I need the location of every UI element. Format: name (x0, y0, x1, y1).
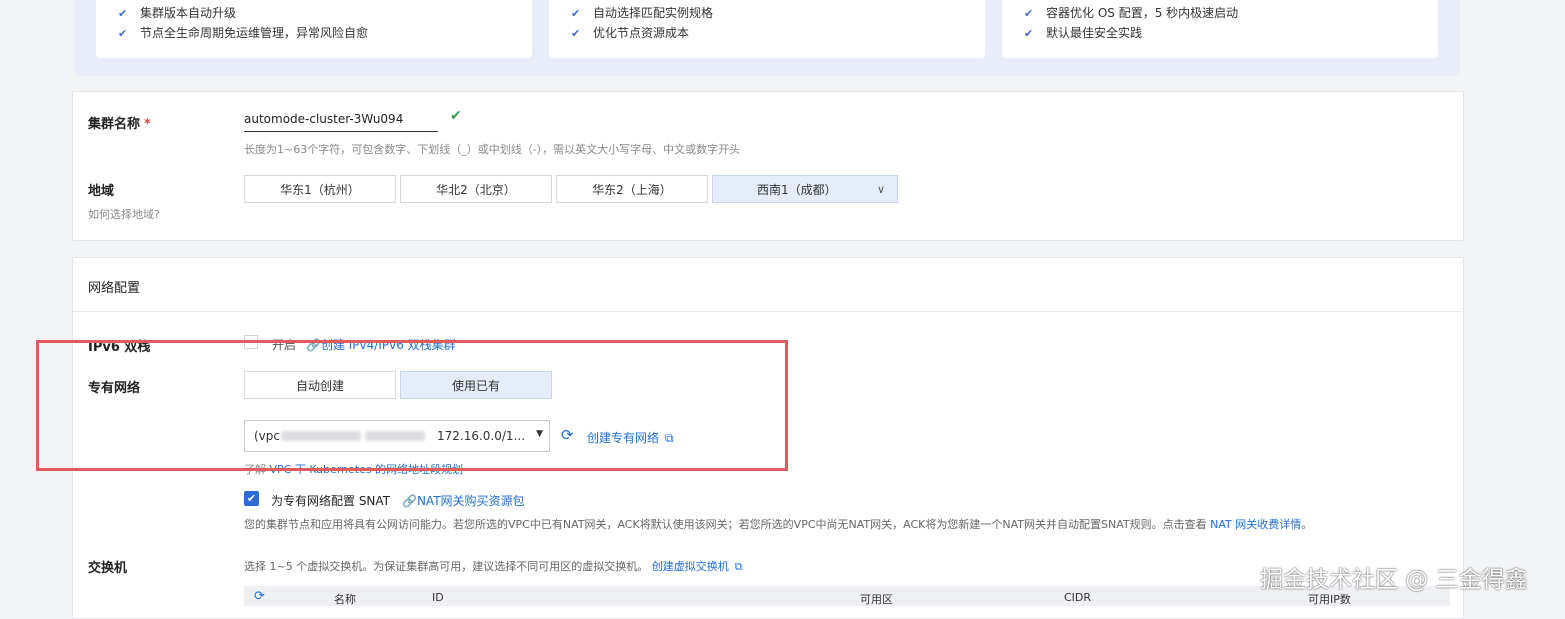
external-link-icon: ⧉ (734, 560, 743, 573)
link-icon: 🔗 (402, 494, 417, 508)
feature-card-upgrade: ✔ 集群版本自动升级 ✔ 节点全生命周期免运维管理，异常风险自愈 (96, 0, 532, 58)
check-icon: ✔ (246, 492, 257, 505)
feature-card-os: ✔ 容器优化 OS 配置，5 秒内极速启动 ✔ 默认最佳安全实践 (1002, 0, 1438, 58)
check-icon: ✔ (118, 27, 128, 40)
feature-card-instance: ✔ 自动选择匹配实例规格 ✔ 优化节点资源成本 (549, 0, 985, 58)
feature-text: 容器优化 OS 配置，5 秒内极速启动 (1046, 6, 1239, 20)
check-icon: ✔ (1024, 27, 1034, 40)
region-option-beijing[interactable]: 华北2（北京） (400, 175, 552, 203)
column-name: 名称 (334, 593, 356, 606)
region-option-shanghai[interactable]: 华东2（上海） (556, 175, 708, 203)
check-icon: ✔ (571, 7, 581, 20)
column-cidr: CIDR (1064, 591, 1092, 604)
check-icon: ✔ (1024, 7, 1034, 20)
snat-label: 为专有网络配置 SNAT (271, 494, 391, 508)
region-selector: 华东1（杭州） 华北2（北京） 华东2（上海） 西南1（成都） ∨ (244, 175, 898, 204)
refresh-icon[interactable]: ⟳ (254, 589, 265, 604)
valid-check-icon: ✔ (450, 108, 462, 124)
vswitch-label: 交换机 (88, 561, 128, 576)
feature-text: 自动选择匹配实例规格 (593, 6, 714, 20)
feature-text: 默认最佳安全实践 (1046, 26, 1143, 40)
cluster-name-hint: 长度为1~63个字符，可包含数字、下划线（_）或中划线（-），需以英文大小写字母… (244, 143, 741, 156)
cluster-name-label: 集群名称 * (88, 117, 151, 132)
watermark: 掘金技术社区 @ 三金得鑫 (1260, 567, 1528, 593)
column-zone: 可用区 (860, 593, 893, 606)
check-icon: ✔ (118, 7, 128, 20)
region-label: 地域 (88, 184, 115, 199)
check-icon: ✔ (571, 27, 581, 40)
highlight-box (36, 340, 788, 471)
vswitch-hint: 选择 1~5 个虚拟交换机。为保证集群高可用，建议选择不同可用区的虚拟交换机。 … (244, 560, 743, 573)
create-vswitch-link[interactable]: 创建虚拟交换机 ⧉ (652, 560, 743, 573)
nat-package-link[interactable]: 🔗NAT网关购买资源包 (402, 492, 525, 509)
nat-pricing-link[interactable]: NAT 网关收费详情 (1210, 518, 1301, 531)
region-option-hangzhou[interactable]: 华东1（杭州） (244, 175, 396, 203)
feature-text: 集群版本自动升级 (140, 6, 237, 20)
cluster-name-input[interactable]: automode-cluster-3Wu094 (244, 109, 438, 132)
region-help-link[interactable]: 如何选择地域? (88, 206, 160, 222)
chevron-down-icon: ∨ (876, 183, 885, 196)
column-id: ID (432, 591, 444, 604)
region-selected-label: 西南1（成都） (757, 183, 837, 197)
feature-text: 节点全生命周期免运维管理，异常风险自愈 (140, 26, 369, 40)
feature-text: 优化节点资源成本 (593, 26, 690, 40)
network-section-title: 网络配置 (88, 281, 141, 296)
region-option-chengdu[interactable]: 西南1（成都） ∨ (712, 175, 898, 203)
snat-checkbox[interactable]: ✔ (244, 491, 259, 506)
snat-description: 您的集群节点和应用将具有公网访问能力。若您所选的VPC中已有NAT网关，ACK将… (244, 518, 1313, 531)
section-divider (73, 311, 1461, 312)
